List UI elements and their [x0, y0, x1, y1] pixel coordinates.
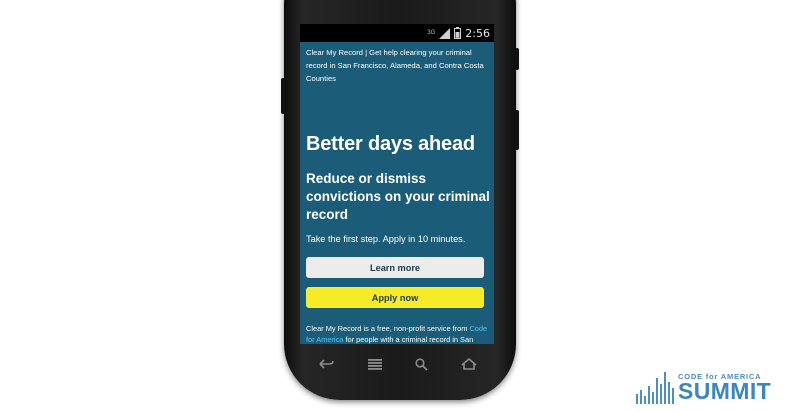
network-3g-icon: 3G — [427, 30, 436, 36]
back-icon[interactable] — [317, 358, 335, 370]
hero-tagline: Take the first step. Apply in 10 minutes… — [306, 234, 466, 244]
browser-screen: Clear My Record | Get help clearing your… — [300, 42, 494, 344]
battery-icon — [454, 27, 462, 39]
clock: 2:56 — [465, 26, 490, 40]
side-button — [515, 110, 519, 150]
logo-summit-text: SUMMIT — [678, 378, 772, 404]
hero-subtitle: Reduce or dismiss convictions on your cr… — [306, 171, 490, 222]
volume-button — [281, 78, 285, 114]
power-button — [515, 48, 519, 70]
search-icon[interactable] — [415, 357, 428, 371]
status-bar: 3G 2:56 — [300, 24, 494, 42]
learn-more-button[interactable]: Learn more — [306, 257, 484, 278]
hero-title: Better days ahead — [306, 133, 475, 155]
home-icon[interactable] — [461, 358, 477, 370]
logo-bars-icon — [636, 372, 674, 404]
nav-bar — [300, 350, 494, 378]
about-text-start: Clear My Record is a free, non-profit se… — [306, 324, 470, 333]
signal-icon — [439, 27, 451, 39]
about-text: Clear My Record is a free, non-profit se… — [306, 324, 492, 344]
menu-icon[interactable] — [367, 358, 382, 370]
site-header[interactable]: Clear My Record | Get help clearing your… — [306, 46, 488, 85]
apply-now-button[interactable]: Apply now — [306, 287, 484, 308]
code-for-america-summit-logo: CODE for AMERICA SUMMIT — [636, 368, 786, 406]
